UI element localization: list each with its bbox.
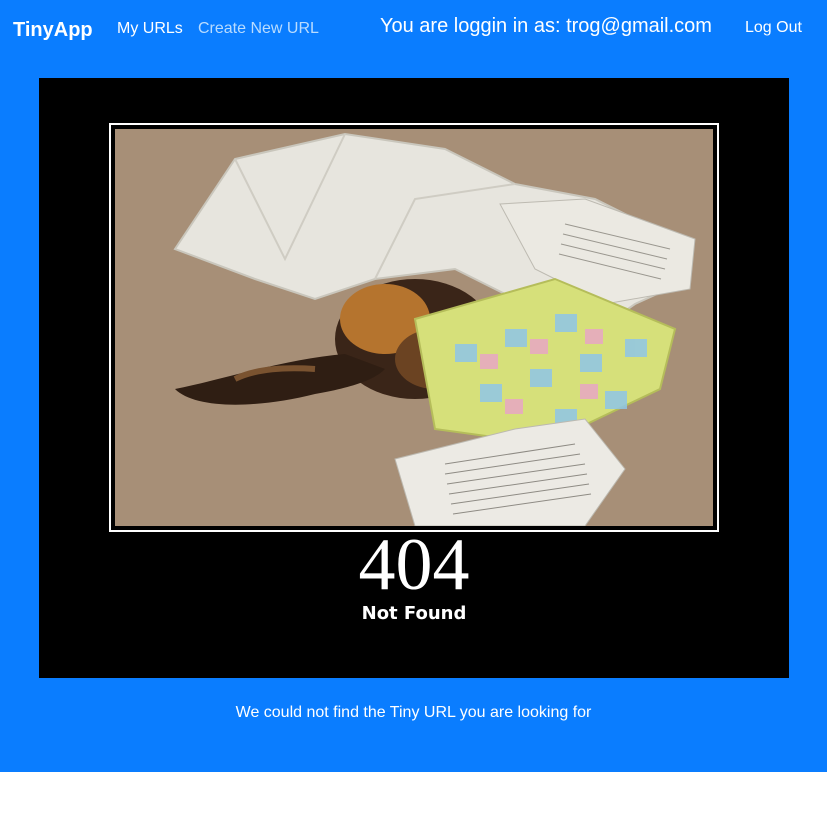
brand-logo[interactable]: TinyApp [13, 19, 93, 42]
nav-create-url-link[interactable]: Create New URL [198, 20, 319, 38]
error-code: 404 [358, 524, 470, 606]
navbar: TinyApp My URLs Create New URL You are l… [0, 0, 827, 60]
error-poster: 404 Not Found [39, 78, 789, 678]
photo-frame [109, 123, 719, 532]
error-message: We could not find the Tiny URL you are l… [235, 704, 592, 721]
cat-photo-illustration [115, 129, 713, 526]
app-background: TinyApp My URLs Create New URL You are l… [0, 0, 827, 772]
login-status: You are loggin in as: trog@gmail.com [380, 15, 712, 37]
logout-button[interactable]: Log Out [745, 19, 802, 37]
error-title: Not Found [361, 603, 467, 624]
cat-in-papers-photo [115, 129, 713, 526]
nav-my-urls-link[interactable]: My URLs [117, 20, 183, 38]
